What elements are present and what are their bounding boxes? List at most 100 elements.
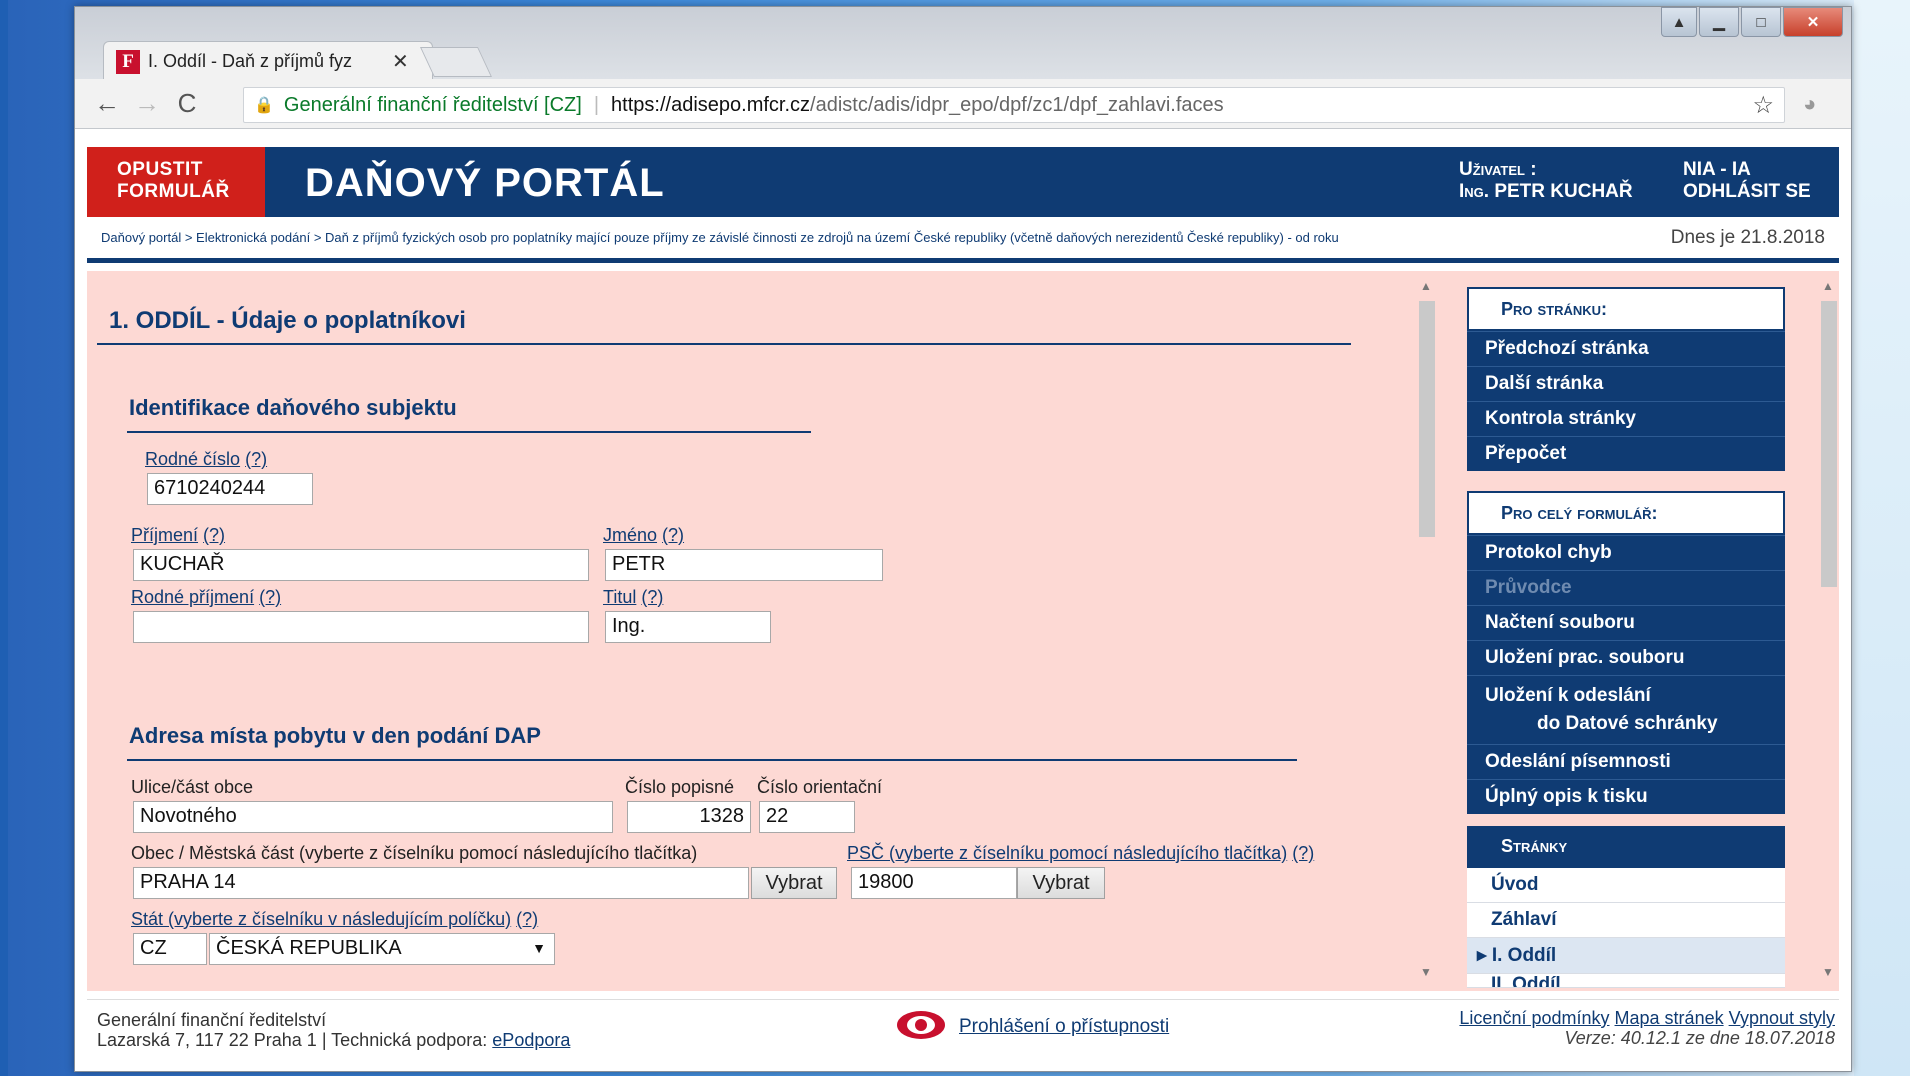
- support-link[interactable]: ePodpora: [492, 1030, 570, 1050]
- cislo-orientacni-label: Číslo orientační: [757, 777, 883, 797]
- url-path: /adistc/adis/idpr_epo/dpf/zc1/dpf_zahlav…: [810, 93, 1224, 116]
- help-link[interactable]: (?): [641, 587, 663, 607]
- scroll-thumb[interactable]: [1821, 301, 1837, 587]
- ulice-field[interactable]: Novotného: [133, 801, 613, 833]
- prijmeni-label[interactable]: Příjmení (?): [131, 525, 225, 546]
- jmeno-label[interactable]: Jméno (?): [603, 525, 684, 546]
- menu-item-error-log[interactable]: Protokol chyb: [1467, 535, 1785, 570]
- profile-icon[interactable]: ▲: [1661, 7, 1697, 37]
- browser-toolbar: ← → C 🔒 Generální finanční ředitelství […: [75, 79, 1851, 129]
- browser-tab[interactable]: F I. Oddíl - Daň z příjmů fyz ✕: [103, 41, 433, 81]
- url-host: https://adisepo.mfcr.cz: [611, 93, 811, 116]
- form-scrollbar[interactable]: ▲ ▼: [1417, 279, 1437, 979]
- prijmeni-label-text[interactable]: Příjmení: [131, 525, 198, 545]
- rodne-cislo-field[interactable]: 6710240244: [147, 473, 313, 505]
- accessibility-link[interactable]: Prohlášení o přístupnosti: [959, 1016, 1169, 1038]
- menu-item-load-file[interactable]: Načtení souboru: [1467, 605, 1785, 640]
- cislo-popisne-field[interactable]: 1328: [627, 801, 751, 833]
- exit-form-button[interactable]: OPUSTIT FORMULÁŘ: [87, 147, 265, 217]
- cislo-orientacni-field[interactable]: 22: [759, 801, 855, 833]
- help-link[interactable]: (?): [203, 525, 225, 545]
- nia-label: NIA - IA: [1683, 159, 1751, 180]
- menu-item-check-page[interactable]: Kontrola stránky: [1467, 401, 1785, 436]
- breadcrumb[interactable]: Daňový portál > Elektronická podání > Da…: [101, 230, 1661, 245]
- extension-icon[interactable]: ◕: [1803, 91, 1816, 117]
- address-bar[interactable]: 🔒 Generální finanční ředitelství [CZ] | …: [243, 87, 1785, 123]
- menu-item-save-for-sending[interactable]: Uložení k odeslání do Datové schránky: [1467, 675, 1785, 744]
- address-title: Adresa místa pobytu v den podání DAP: [129, 723, 541, 748]
- ident-divider: [127, 431, 811, 433]
- menu-item-full-print[interactable]: Úplný opis k tisku: [1467, 779, 1785, 814]
- scroll-down-icon[interactable]: ▼: [1420, 965, 1432, 979]
- psc-field[interactable]: 19800: [851, 867, 1017, 899]
- help-link[interactable]: (?): [245, 449, 267, 469]
- page-link-oddil-1-label: I. Oddíl: [1491, 945, 1557, 966]
- minimize-icon[interactable]: ▁: [1699, 7, 1739, 37]
- rodne-cislo-label[interactable]: Rodné číslo (?): [145, 449, 267, 470]
- back-icon[interactable]: ←: [87, 88, 127, 119]
- help-link[interactable]: (?): [259, 587, 281, 607]
- stat-select[interactable]: ČESKÁ REPUBLIKA ▼: [209, 933, 555, 965]
- menu-item-previous-page[interactable]: Předchozí stránka: [1467, 331, 1785, 366]
- page-link-zahlavi[interactable]: Záhlaví: [1467, 903, 1785, 938]
- maximize-icon[interactable]: □: [1741, 7, 1781, 37]
- portal-title: DAŇOVÝ PORTÁL: [305, 161, 665, 205]
- sidebar: Pro stránku: Předchozí stránka Další str…: [1467, 287, 1785, 988]
- sidebar-scrollbar[interactable]: ▲ ▼: [1819, 279, 1839, 979]
- scroll-thumb[interactable]: [1419, 301, 1435, 537]
- menu-item-recalc[interactable]: Přepočet: [1467, 436, 1785, 471]
- scroll-up-icon[interactable]: ▲: [1420, 279, 1432, 293]
- menu-item-save-work-file[interactable]: Uložení prac. souboru: [1467, 640, 1785, 675]
- footer-org: Generální finanční ředitelství: [97, 1010, 327, 1030]
- psc-label[interactable]: PSČ (vyberte z číselníku pomocí následuj…: [847, 843, 1314, 864]
- star-icon[interactable]: ☆: [1752, 91, 1774, 120]
- footer-address-text: Lazarská 7, 117 22 Praha 1 | Technická p…: [97, 1030, 488, 1050]
- help-link[interactable]: (?): [1292, 843, 1314, 863]
- jmeno-label-text[interactable]: Jméno: [603, 525, 657, 545]
- help-link[interactable]: (?): [662, 525, 684, 545]
- rodne-prijmeni-label[interactable]: Rodné příjmení (?): [131, 587, 281, 608]
- logout-link[interactable]: ODHLÁSIT SE: [1683, 181, 1811, 203]
- stat-code-field[interactable]: CZ: [133, 933, 207, 965]
- rodne-prijmeni-label-text[interactable]: Rodné příjmení: [131, 587, 254, 607]
- titul-label[interactable]: Titul (?): [603, 587, 663, 608]
- ulice-label: Ulice/část obce: [131, 777, 254, 797]
- prijmeni-field[interactable]: KUCHAŘ: [133, 549, 589, 581]
- page-link-oddil-1[interactable]: ▸ I. Oddíl: [1467, 938, 1785, 974]
- active-page-icon: ▸: [1477, 945, 1492, 966]
- form-area: 1. ODDÍL - Údaje o poplatníkovi Identifi…: [87, 271, 1839, 991]
- user-info: Uživatel : Ing. PETR KUCHAŘ: [1459, 159, 1633, 203]
- rodne-prijmeni-field[interactable]: [133, 611, 589, 643]
- psc-vybrat-button[interactable]: Vybrat: [1017, 867, 1105, 899]
- page-link-oddil-2[interactable]: II. Oddíl: [1467, 974, 1785, 988]
- psc-label-text[interactable]: PSČ (vyberte z číselníku pomocí následuj…: [847, 843, 1287, 863]
- footer-address: Generální finanční ředitelství Lazarská …: [97, 1010, 570, 1050]
- titul-label-text[interactable]: Titul: [603, 587, 636, 607]
- menu-icon[interactable]: ⋮: [1845, 87, 1851, 116]
- menu-item-next-page[interactable]: Další stránka: [1467, 366, 1785, 401]
- jmeno-field[interactable]: PETR: [605, 549, 883, 581]
- menu-item-send-document[interactable]: Odeslání písemnosti: [1467, 744, 1785, 779]
- obec-field[interactable]: PRAHA 14: [133, 867, 749, 899]
- rodne-cislo-label-text[interactable]: Rodné číslo: [145, 449, 240, 469]
- stat-label[interactable]: Stát (vyberte z číselníku v následujícím…: [131, 909, 538, 930]
- logout-block[interactable]: NIA - IA ODHLÁSIT SE: [1683, 159, 1811, 203]
- scroll-down-icon[interactable]: ▼: [1822, 965, 1834, 979]
- scroll-up-icon[interactable]: ▲: [1822, 279, 1834, 293]
- license-link[interactable]: Licenční podmínky: [1459, 1008, 1609, 1028]
- forward-icon[interactable]: →: [127, 88, 167, 119]
- help-link[interactable]: (?): [516, 909, 538, 929]
- titul-field[interactable]: Ing.: [605, 611, 771, 643]
- sitemap-link[interactable]: Mapa stránek: [1615, 1008, 1724, 1028]
- version-text: Verze: 40.12.1 ze dne 18.07.2018: [1564, 1028, 1835, 1048]
- reload-icon[interactable]: C: [167, 88, 207, 119]
- styles-off-link[interactable]: Vypnout styly: [1729, 1008, 1835, 1028]
- close-window-icon[interactable]: ✕: [1783, 7, 1843, 37]
- tab-close-icon[interactable]: ✕: [392, 49, 409, 74]
- stat-label-text[interactable]: Stát (vyberte z číselníku v následujícím…: [131, 909, 511, 929]
- ident-title: Identifikace daňového subjektu: [129, 395, 457, 420]
- obec-vybrat-button[interactable]: Vybrat: [751, 867, 837, 899]
- desktop-right-edge: [1854, 0, 1910, 1076]
- page-link-uvod[interactable]: Úvod: [1467, 868, 1785, 903]
- save-send-line2: do Datové schránky: [1537, 713, 1718, 734]
